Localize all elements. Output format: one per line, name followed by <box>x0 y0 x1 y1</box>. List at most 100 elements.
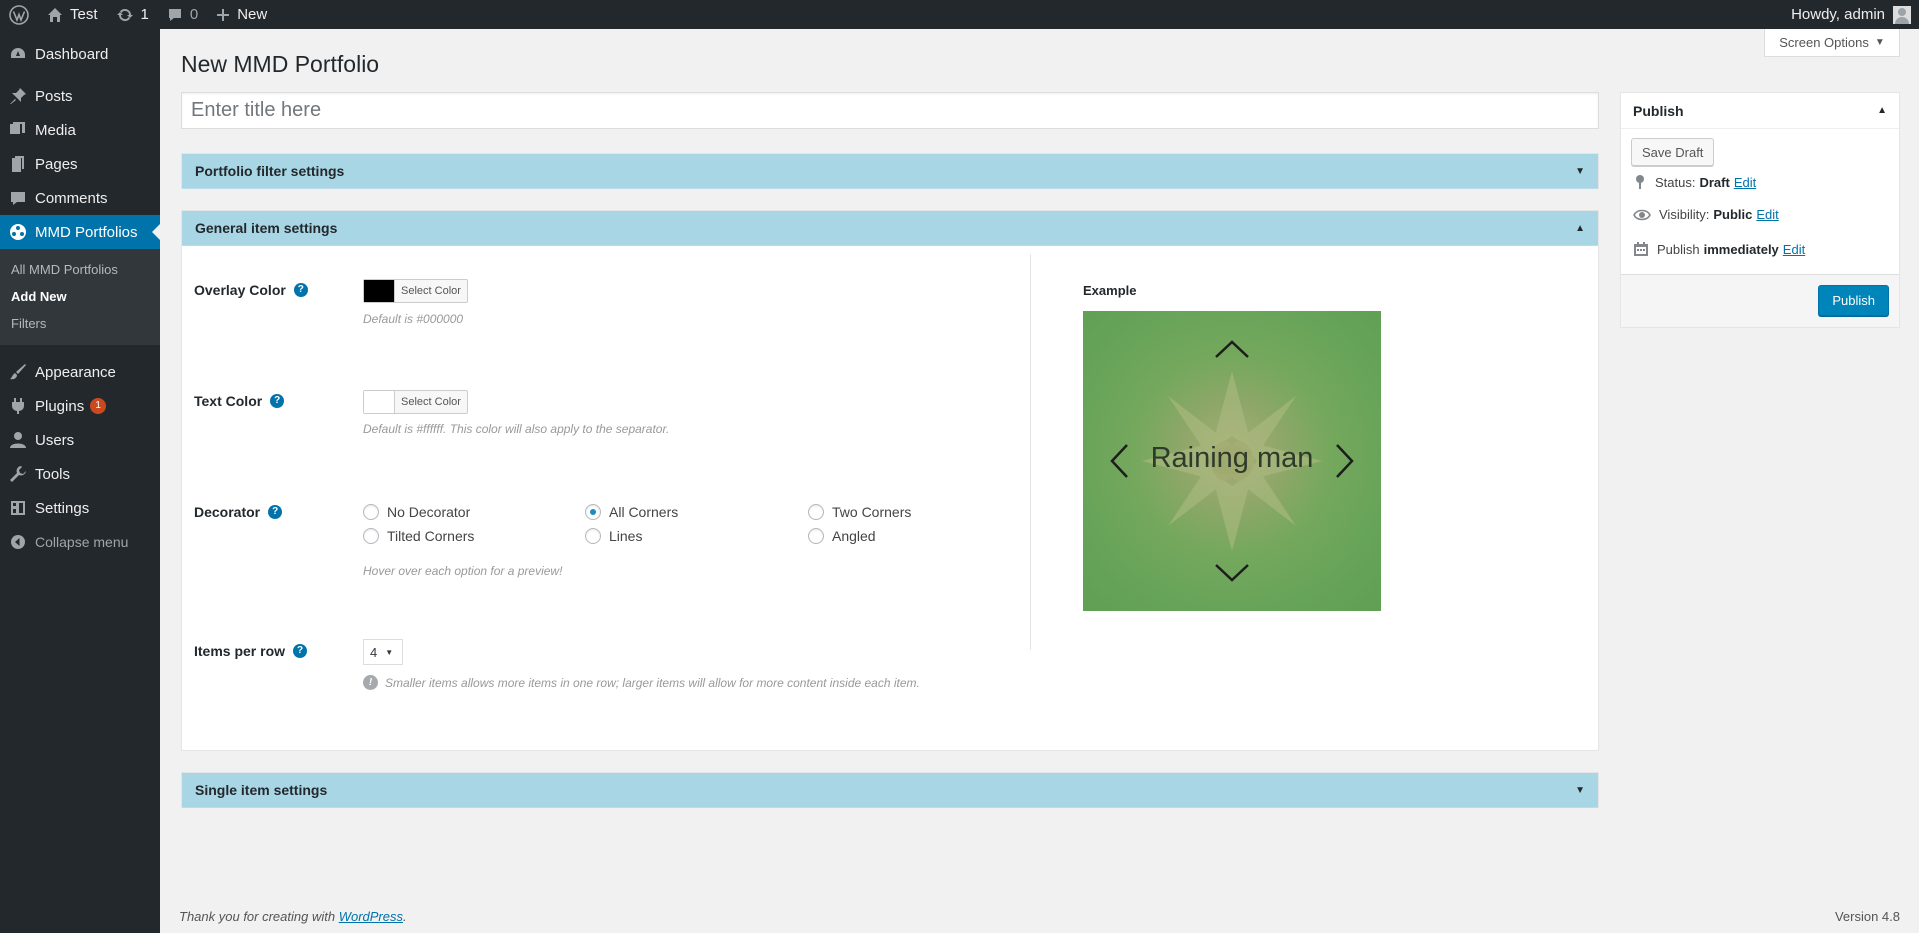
edit-visibility-link[interactable]: Edit <box>1756 207 1778 222</box>
radio-button[interactable] <box>363 504 379 520</box>
help-icon[interactable]: ? <box>293 283 308 297</box>
dropdown-arrow-icon: ▼ <box>1874 37 1885 48</box>
help-icon[interactable]: ? <box>293 644 308 658</box>
single-item-header[interactable]: Single item settings ▼ <box>182 773 1598 808</box>
plugin-icon <box>8 396 28 416</box>
exclamation-icon: ! <box>363 675 378 690</box>
home-icon <box>48 7 62 22</box>
radio-button[interactable] <box>585 528 601 544</box>
decorator-hint: Hover over each option for a preview! <box>363 564 563 578</box>
publish-button[interactable]: Publish <box>1818 285 1889 316</box>
sidebar-item-tools[interactable]: Tools <box>0 457 160 491</box>
new-content-link[interactable]: New <box>207 0 276 29</box>
general-settings-body: Overlay Color ? Select Color Default is … <box>182 246 1598 751</box>
admin-sidebar: Dashboard Posts Media Pages Comments MMD… <box>0 29 160 933</box>
text-color-picker[interactable]: Select Color <box>363 390 468 414</box>
plus-icon <box>217 8 230 21</box>
sidebar-submenu: All MMD Portfolios Add New Filters <box>0 249 160 345</box>
decorator-option-two-corners[interactable]: Two Corners <box>808 504 911 520</box>
save-draft-button[interactable]: Save Draft <box>1631 138 1715 166</box>
decorator-option-tilted-corners[interactable]: Tilted Corners <box>363 528 474 544</box>
radio-button[interactable] <box>808 504 824 520</box>
sidebar-item-pages[interactable]: Pages <box>0 147 160 181</box>
my-account[interactable]: Howdy, admin <box>1791 5 1919 24</box>
visibility-row: Visibility: Public Edit <box>1633 207 1779 222</box>
sidebar-item-settings[interactable]: Settings <box>0 491 160 525</box>
decorator-corner-bottom-icon <box>1215 564 1249 582</box>
radio-button-selected[interactable] <box>585 504 601 520</box>
expand-arrow-icon[interactable]: ▼ <box>1575 166 1585 177</box>
refresh-icon <box>116 8 133 21</box>
decorator-option-no-decorator[interactable]: No Decorator <box>363 504 470 520</box>
sidebar-item-dashboard[interactable]: Dashboard <box>0 37 160 71</box>
calendar-icon <box>1634 242 1648 256</box>
overlay-color-description: Default is #000000 <box>363 312 464 326</box>
decorator-option-all-corners[interactable]: All Corners <box>585 504 678 520</box>
comment-icon <box>8 188 28 208</box>
wrench-icon <box>8 464 28 484</box>
publish-actions: Publish <box>1621 274 1899 327</box>
wordpress-logo-icon[interactable] <box>0 0 38 29</box>
portfolio-filter-metabox: Portfolio filter settings ▼ <box>181 153 1599 189</box>
collapse-arrow-icon <box>8 532 28 552</box>
collapse-arrow-icon[interactable]: ▲ <box>1877 105 1887 116</box>
items-per-row-select[interactable]: 4 ▼ <box>363 639 403 665</box>
decorator-option-lines[interactable]: Lines <box>585 528 642 544</box>
items-per-row-label: Items per row ? <box>194 643 308 659</box>
media-icon <box>8 120 28 140</box>
screen-options-button[interactable]: Screen Options ▼ <box>1764 29 1900 57</box>
help-icon[interactable]: ? <box>270 394 285 408</box>
admin-bar: Test 1 0 New Howdy, admin <box>0 0 1919 29</box>
sidebar-item-posts[interactable]: Posts <box>0 79 160 113</box>
submenu-filters[interactable]: Filters <box>0 310 160 337</box>
comments-link[interactable]: 0 <box>158 0 207 29</box>
wordpress-link[interactable]: WordPress <box>339 909 403 924</box>
publish-header[interactable]: Publish ▲ <box>1621 93 1899 129</box>
status-row: Status: Draft Edit <box>1633 174 1756 190</box>
post-title-input[interactable]: Enter title here <box>181 92 1599 129</box>
footer-thanks: Thank you for creating with WordPress. <box>179 909 407 924</box>
sidebar-item-users[interactable]: Users <box>0 423 160 457</box>
general-settings-header[interactable]: General item settings ▲ <box>182 211 1598 246</box>
collapse-arrow-icon[interactable]: ▲ <box>1575 223 1585 234</box>
collapse-menu-button[interactable]: Collapse menu <box>0 525 160 559</box>
portfolio-icon <box>8 222 28 242</box>
portfolio-filter-header[interactable]: Portfolio filter settings ▼ <box>182 154 1598 189</box>
radio-button[interactable] <box>363 528 379 544</box>
single-item-metabox: Single item settings ▼ <box>181 772 1599 808</box>
column-divider <box>1030 254 1031 650</box>
edit-publish-time-link[interactable]: Edit <box>1783 242 1805 257</box>
avatar <box>1893 5 1911 24</box>
submenu-add-new[interactable]: Add New <box>0 283 160 310</box>
sidebar-item-media[interactable]: Media <box>0 113 160 147</box>
sidebar-item-comments[interactable]: Comments <box>0 181 160 215</box>
overlay-color-swatch <box>364 280 395 302</box>
comment-icon <box>168 8 181 21</box>
decorator-label: Decorator ? <box>194 504 283 520</box>
example-title: Raining man <box>1150 442 1314 474</box>
radio-button[interactable] <box>808 528 824 544</box>
updates-link[interactable]: 1 <box>107 0 158 29</box>
sidebar-item-plugins[interactable]: Plugins 1 <box>0 389 160 423</box>
edit-status-link[interactable]: Edit <box>1734 175 1756 190</box>
pin-icon <box>1636 175 1644 189</box>
publish-metabox: Publish ▲ Save Draft Status: Draft Edit … <box>1620 92 1900 328</box>
main-content: New MMD Portfolio Screen Options ▼ Enter… <box>160 29 1919 933</box>
pages-icon <box>8 154 28 174</box>
sidebar-item-appearance[interactable]: Appearance <box>0 355 160 389</box>
footer-version: Version 4.8 <box>1834 909 1900 924</box>
overlay-color-picker[interactable]: Select Color <box>363 279 468 303</box>
text-color-label: Text Color ? <box>194 393 285 409</box>
brush-icon <box>8 362 28 382</box>
settings-icon <box>8 498 28 518</box>
site-name-link[interactable]: Test <box>38 0 107 29</box>
overlay-color-label: Overlay Color ? <box>194 282 308 298</box>
expand-arrow-icon[interactable]: ▼ <box>1575 785 1585 796</box>
decorator-option-angled[interactable]: Angled <box>808 528 876 544</box>
publish-time-row: Publish immediately Edit <box>1633 241 1805 257</box>
submenu-all-portfolios[interactable]: All MMD Portfolios <box>0 256 160 283</box>
users-icon <box>8 430 28 450</box>
help-icon[interactable]: ? <box>268 505 283 519</box>
page-title: New MMD Portfolio <box>181 51 380 77</box>
sidebar-item-mmd-portfolios[interactable]: MMD Portfolios <box>0 215 160 249</box>
